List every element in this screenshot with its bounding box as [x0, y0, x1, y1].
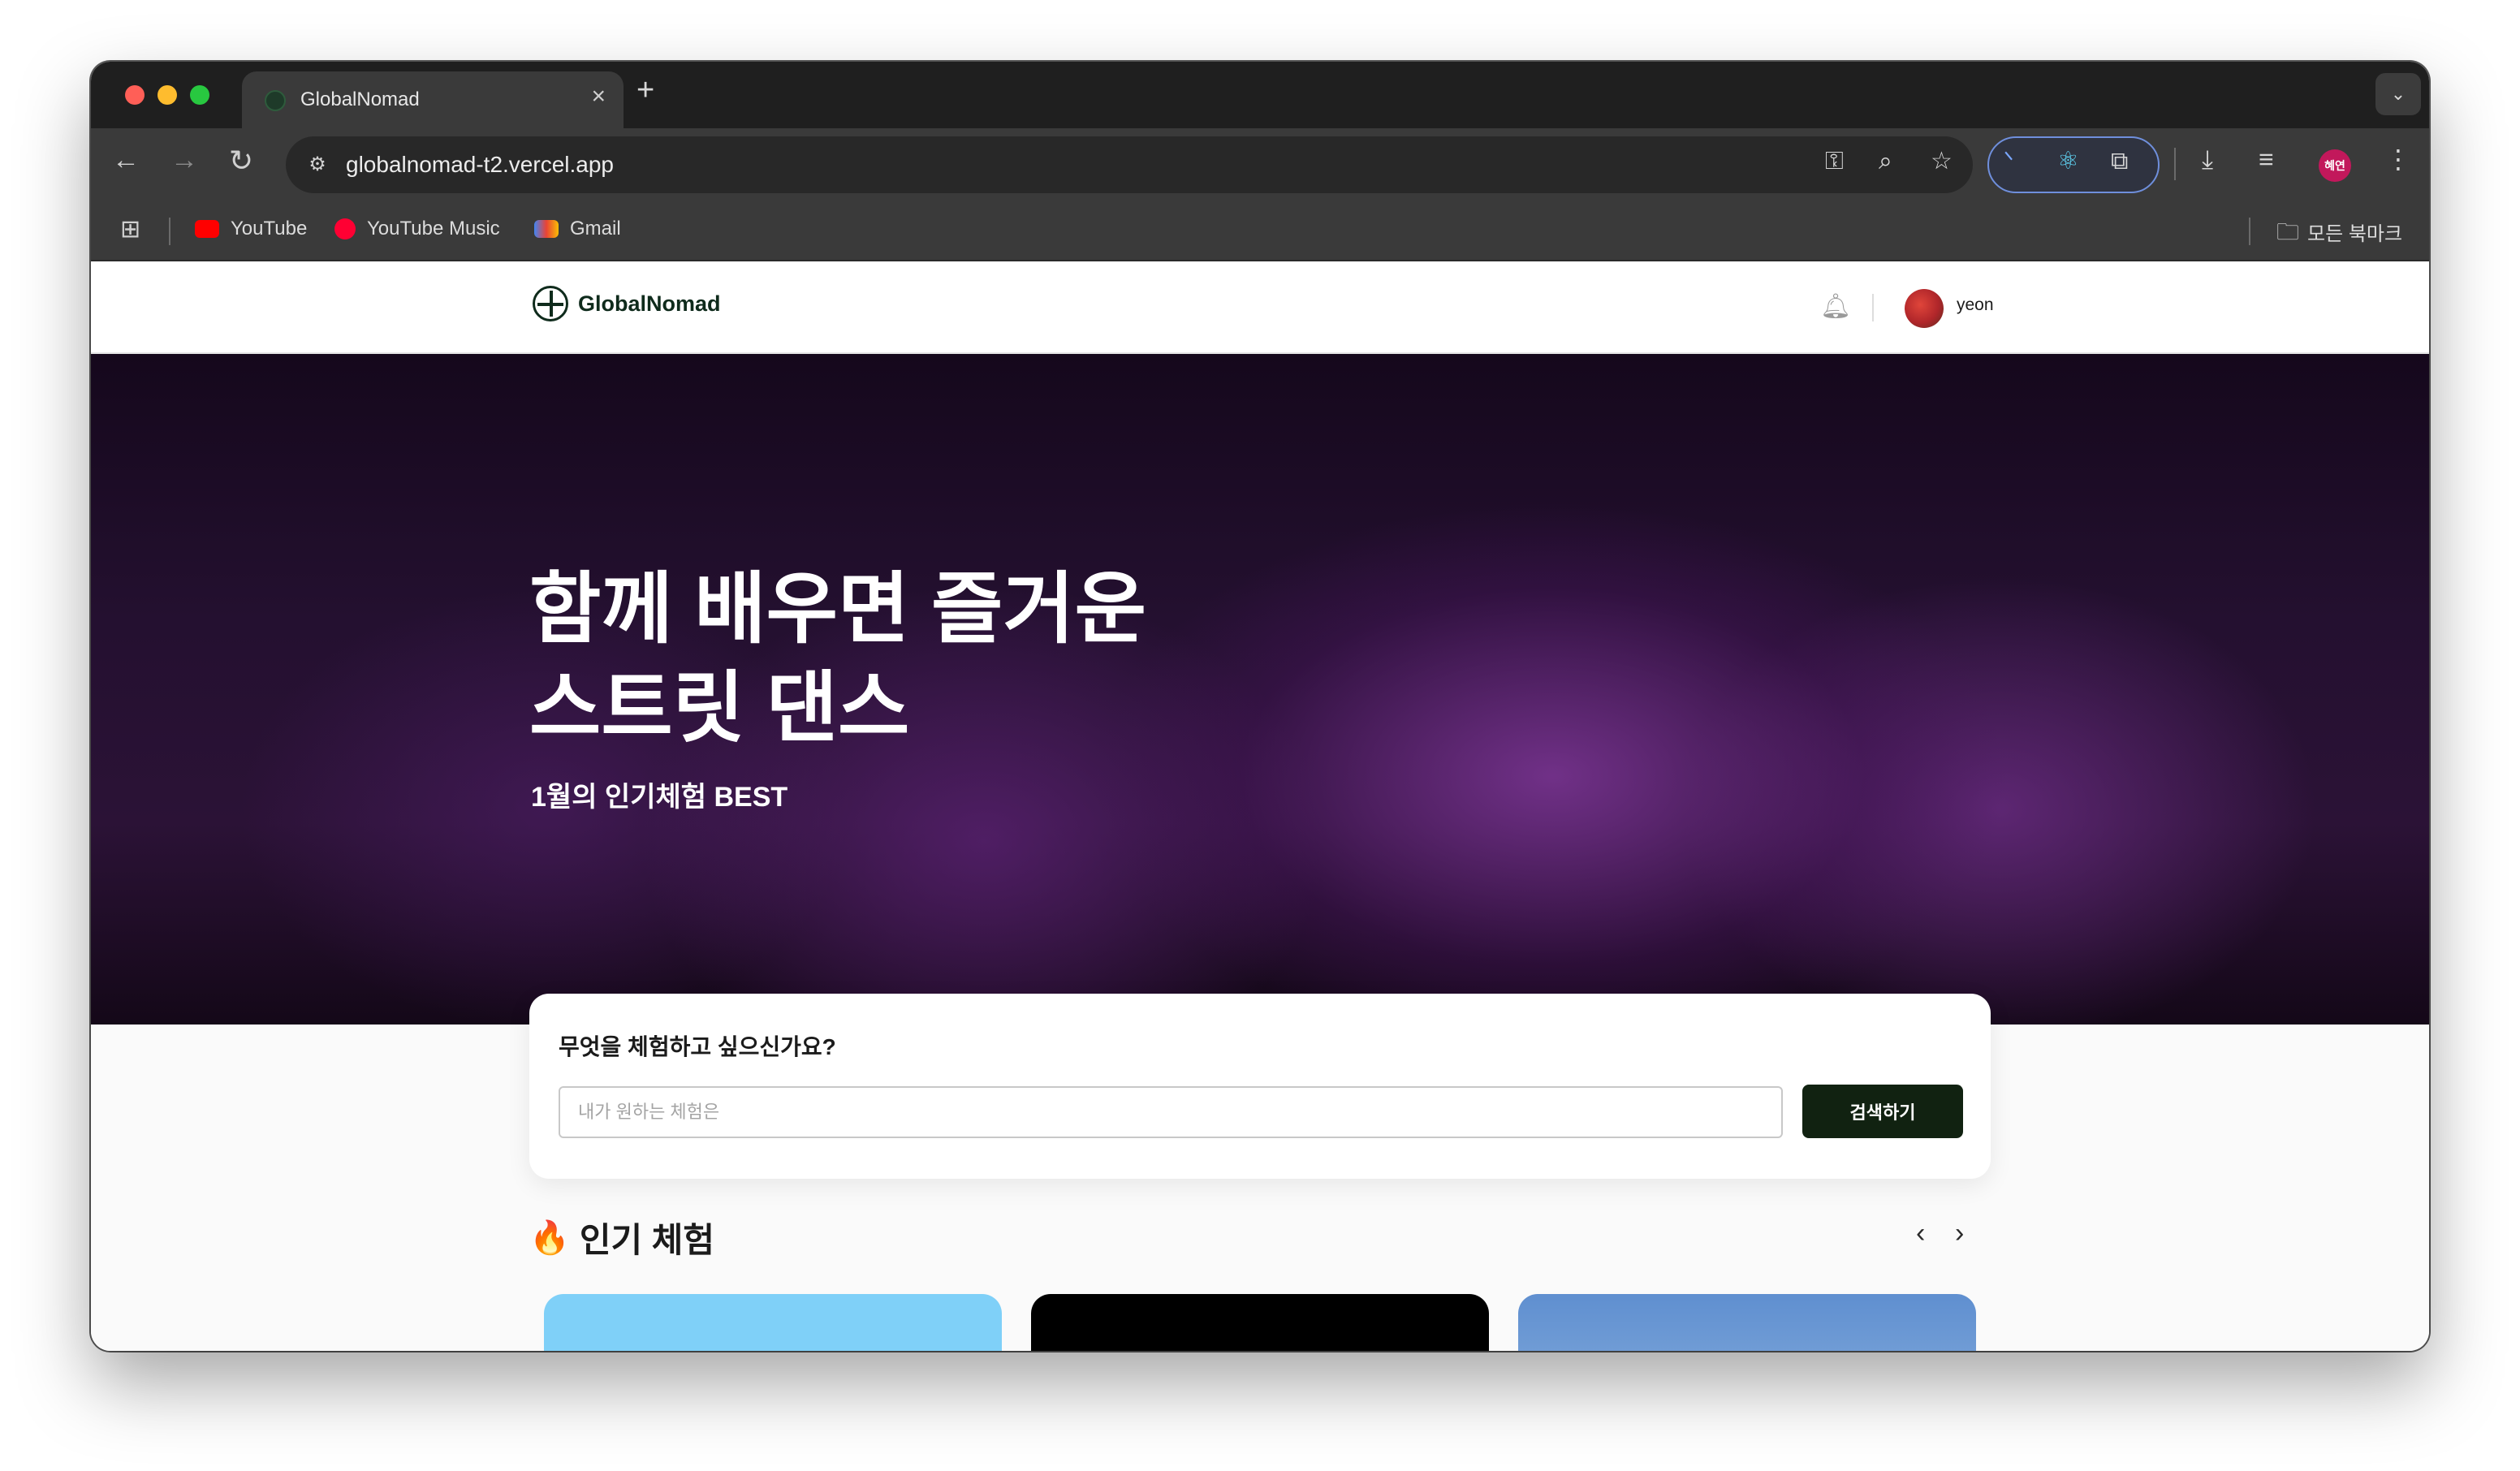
- bookmark-divider: [2249, 218, 2250, 245]
- tab-globalnomad[interactable]: GlobalNomad ×: [242, 71, 624, 128]
- bookmark-youtube[interactable]: YouTube: [195, 218, 307, 240]
- logo-text: GlobalNomad: [578, 291, 721, 316]
- reader-mode-icon[interactable]: ᐠ: [2004, 149, 2014, 174]
- all-bookmarks-label: 모든 북마크: [2307, 223, 2403, 245]
- url-text[interactable]: globalnomad-t2.vercel.app: [346, 152, 614, 178]
- back-arrow-icon[interactable]: ←: [112, 146, 140, 174]
- user-avatar[interactable]: [1905, 289, 1944, 328]
- browser-toolbar: ← → ↻ ⚙ globalnomad-t2.vercel.app ⚿ ⌕ ☆ …: [91, 128, 2429, 201]
- address-bar[interactable]: ⚙ globalnomad-t2.vercel.app ⚿ ⌕ ☆: [286, 136, 1973, 193]
- zoom-icon[interactable]: ⌕: [1879, 149, 1892, 174]
- hero-subtitle: 1월의 인기체험 BEST: [531, 782, 788, 813]
- new-tab-button[interactable]: +: [636, 75, 654, 106]
- hero-banner: 함께 배우면 즐거운 스트릿 댄스 1월의 인기체험 BEST: [91, 354, 2429, 1025]
- bookmark-gmail[interactable]: Gmail: [534, 218, 621, 240]
- header-divider: [1872, 294, 1874, 321]
- puzzle-icon[interactable]: ⧉: [2111, 149, 2128, 174]
- youtube-icon: [195, 220, 219, 238]
- hero-title: 함께 배우면 즐거운 스트릿 댄스: [529, 560, 1146, 758]
- bookmarks-bar: ⊞ YouTube YouTube Music Gmail 🗀 모든 북마크: [91, 201, 2429, 261]
- react-devtools-icon[interactable]: ⚛: [2057, 149, 2079, 174]
- youtube-music-icon: [334, 218, 356, 239]
- username[interactable]: yeon: [1957, 295, 1994, 315]
- globe-icon: [265, 90, 286, 111]
- search-card: 무엇을 체험하고 싶으신가요? 검색하기: [529, 994, 1991, 1179]
- experience-card[interactable]: [1031, 1294, 1489, 1351]
- media-queue-icon[interactable]: ≡: [2259, 146, 2274, 172]
- forward-arrow-icon[interactable]: →: [170, 146, 198, 174]
- site-header: GlobalNomad 🔔︎ yeon: [91, 261, 2429, 354]
- download-icon[interactable]: ⤓: [2202, 146, 2213, 172]
- all-bookmarks[interactable]: 🗀 모든 북마크: [2276, 218, 2402, 246]
- reload-icon[interactable]: ↻: [229, 146, 253, 175]
- apps-grid-icon[interactable]: ⊞: [120, 218, 140, 242]
- toolbar-divider: [2174, 148, 2176, 180]
- experience-card[interactable]: [544, 1294, 1002, 1351]
- popular-section-title: 🔥 인기 체험: [529, 1213, 714, 1262]
- search-button[interactable]: 검색하기: [1802, 1085, 1963, 1138]
- bookmark-divider: [169, 218, 170, 245]
- maximize-window-button[interactable]: [190, 85, 209, 105]
- star-icon[interactable]: ☆: [1931, 149, 1953, 174]
- screenshot-stage: GlobalNomad × + ⌄ ← → ↻ ⚙ globalnomad-t2…: [0, 0, 2520, 1471]
- minimize-window-button[interactable]: [158, 85, 177, 105]
- search-input[interactable]: [559, 1086, 1783, 1138]
- profile-avatar[interactable]: 혜연: [2319, 149, 2351, 182]
- tab-strip: GlobalNomad × + ⌄: [91, 62, 2429, 128]
- bell-icon[interactable]: 🔔︎: [1820, 292, 1851, 321]
- folder-icon: 🗀: [2276, 218, 2300, 244]
- bookmark-youtube-music[interactable]: YouTube Music: [334, 218, 500, 240]
- chevron-left-icon[interactable]: ‹: [1916, 1219, 1925, 1247]
- search-question: 무엇을 체험하고 싶으신가요?: [559, 1034, 836, 1059]
- hero-title-line-1: 함께 배우면 즐거운: [529, 566, 1146, 653]
- globe-logo-icon: [533, 286, 568, 321]
- hero-title-line-2: 스트릿 댄스: [529, 665, 910, 752]
- tab-title: GlobalNomad: [300, 88, 420, 110]
- close-icon[interactable]: ×: [591, 84, 606, 109]
- extensions-group: ᐠ ⚛ ⧉: [1987, 136, 2160, 193]
- popular-title-text: 인기 체험: [579, 1221, 715, 1259]
- web-page: GlobalNomad 🔔︎ yeon 함께 배우면 즐거운 스트릿 댄스 1월…: [91, 261, 2429, 1351]
- bookmark-label: YouTube: [231, 218, 308, 239]
- chevron-down-icon[interactable]: ⌄: [2375, 73, 2421, 115]
- gmail-icon: [534, 220, 559, 238]
- fire-icon: 🔥: [529, 1220, 570, 1256]
- browser-window: GlobalNomad × + ⌄ ← → ↻ ⚙ globalnomad-t2…: [91, 62, 2429, 1351]
- more-vert-icon[interactable]: ⋮: [2385, 146, 2411, 172]
- bookmark-label: Gmail: [570, 218, 621, 239]
- bookmark-label: YouTube Music: [367, 218, 500, 239]
- site-logo[interactable]: GlobalNomad: [533, 286, 721, 321]
- site-settings-icon[interactable]: ⚙: [304, 151, 331, 179]
- close-window-button[interactable]: [125, 85, 145, 105]
- chevron-right-icon[interactable]: ›: [1955, 1219, 1964, 1247]
- key-icon[interactable]: ⚿: [1825, 149, 1844, 174]
- experience-card[interactable]: [1518, 1294, 1976, 1351]
